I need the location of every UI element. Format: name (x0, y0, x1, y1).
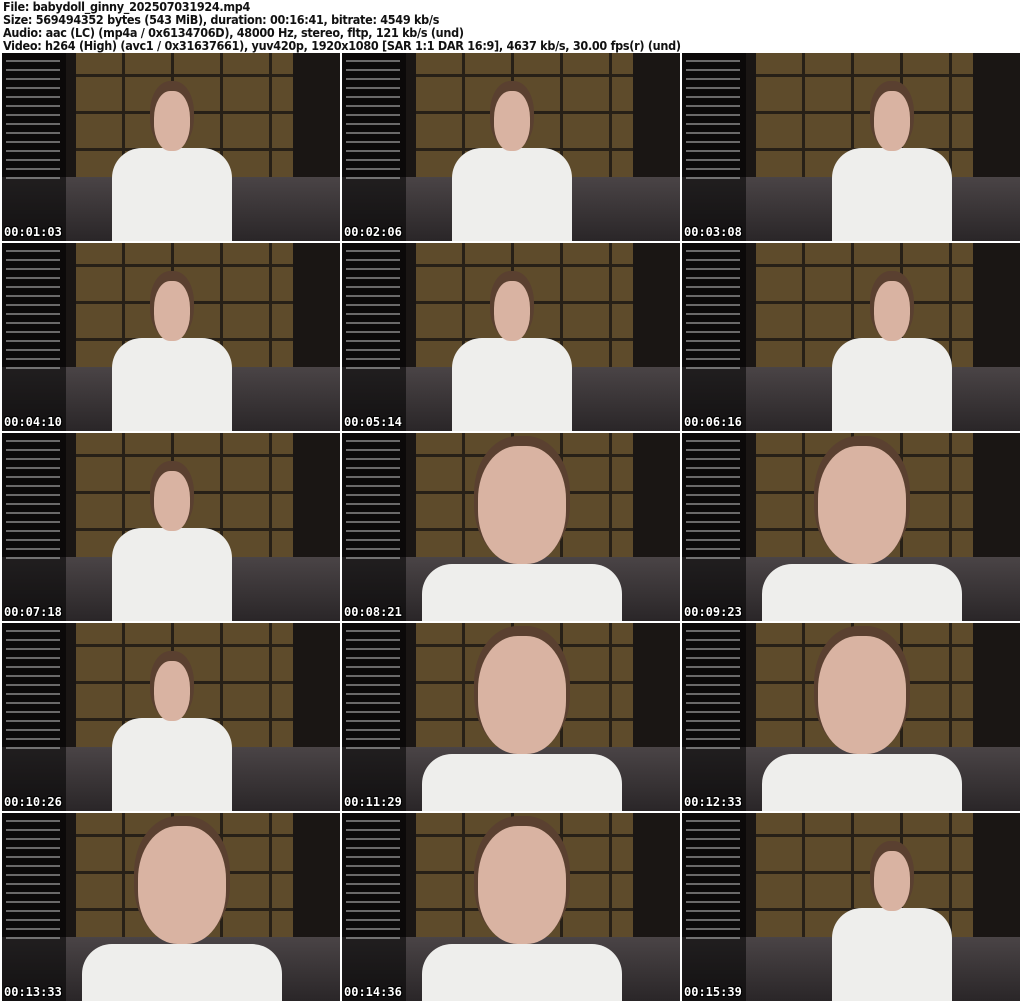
person-figure (112, 661, 232, 811)
thumbnail-timestamp: 00:08:21 (344, 605, 402, 619)
video-thumbnail: 00:12:33 (682, 623, 1020, 811)
thumbnail-timestamp: 00:10:26 (4, 795, 62, 809)
video-thumbnail: 00:10:26 (2, 623, 340, 811)
person-figure (762, 623, 962, 811)
video-thumbnail: 00:03:08 (682, 53, 1020, 241)
person-figure (112, 471, 232, 621)
tip-menu-overlay (2, 623, 66, 811)
person-figure (112, 91, 232, 241)
thumbnail-timestamp: 00:15:39 (684, 985, 742, 999)
person-figure (422, 813, 622, 1001)
thumbnail-timestamp: 00:04:10 (4, 415, 62, 429)
tip-menu-overlay (682, 243, 746, 431)
thumbnail-timestamp: 00:07:18 (4, 605, 62, 619)
person-figure (452, 281, 572, 431)
video-thumbnail: 00:15:39 (682, 813, 1020, 1001)
thumbnail-grid: 00:01:03 00:02:06 00:03:08 00:04:10 00:05:14… (2, 53, 1020, 1001)
tip-menu-overlay (2, 243, 66, 431)
tip-menu-overlay (2, 813, 66, 1001)
video-thumbnail: 00:08:21 (342, 433, 680, 621)
video-thumbnail: 00:06:16 (682, 243, 1020, 431)
tip-menu-overlay (342, 623, 406, 811)
thumbnail-timestamp: 00:06:16 (684, 415, 742, 429)
video-thumbnail: 00:14:36 (342, 813, 680, 1001)
thumbnail-timestamp: 00:12:33 (684, 795, 742, 809)
person-figure (112, 281, 232, 431)
file-info-header: File: babydoll_ginny_202507031924.mp4 Si… (3, 0, 681, 52)
person-figure (832, 851, 952, 1001)
video-thumbnail: 00:04:10 (2, 243, 340, 431)
video-thumbnail: 00:01:03 (2, 53, 340, 241)
tip-menu-overlay (682, 53, 746, 241)
thumbnail-timestamp: 00:03:08 (684, 225, 742, 239)
tip-menu-overlay (342, 433, 406, 621)
thumbnail-timestamp: 00:13:33 (4, 985, 62, 999)
tip-menu-overlay (2, 433, 66, 621)
video-info: Video: h264 (High) (avc1 / 0x31637661), … (3, 38, 681, 53)
tip-menu-overlay (2, 53, 66, 241)
person-figure (82, 813, 282, 1001)
video-thumbnail: 00:02:06 (342, 53, 680, 241)
tip-menu-overlay (682, 433, 746, 621)
video-thumbnail: 00:09:23 (682, 433, 1020, 621)
person-figure (762, 433, 962, 621)
tip-menu-overlay (682, 623, 746, 811)
tip-menu-overlay (342, 53, 406, 241)
video-thumbnail: 00:05:14 (342, 243, 680, 431)
video-thumbnail: 00:07:18 (2, 433, 340, 621)
person-figure (452, 91, 572, 241)
video-thumbnail: 00:11:29 (342, 623, 680, 811)
thumbnail-timestamp: 00:09:23 (684, 605, 742, 619)
tip-menu-overlay (342, 813, 406, 1001)
person-figure (422, 623, 622, 811)
thumbnail-timestamp: 00:11:29 (344, 795, 402, 809)
tip-menu-overlay (682, 813, 746, 1001)
tip-menu-overlay (342, 243, 406, 431)
person-figure (832, 91, 952, 241)
video-thumbnail: 00:13:33 (2, 813, 340, 1001)
thumbnail-timestamp: 00:14:36 (344, 985, 402, 999)
person-figure (832, 281, 952, 431)
thumbnail-timestamp: 00:01:03 (4, 225, 62, 239)
thumbnail-timestamp: 00:02:06 (344, 225, 402, 239)
person-figure (422, 433, 622, 621)
thumbnail-timestamp: 00:05:14 (344, 415, 402, 429)
